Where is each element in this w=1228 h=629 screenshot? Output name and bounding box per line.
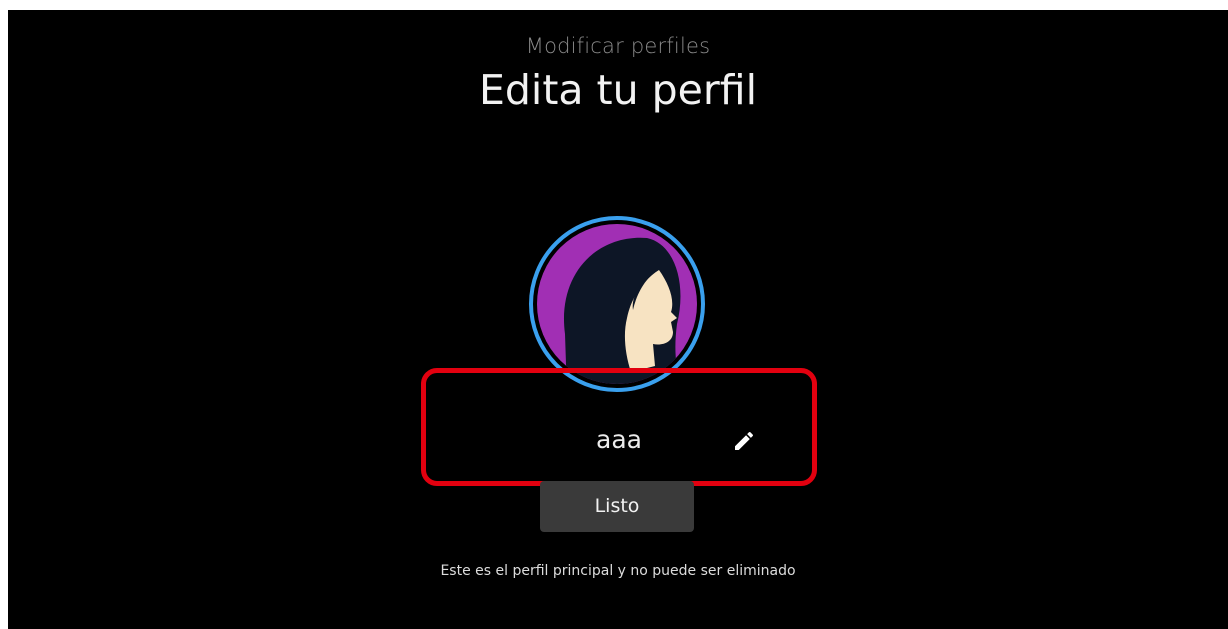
profile-avatar[interactable] [527, 214, 707, 394]
page-title: Edita tu perfil [479, 66, 757, 114]
page-subtitle: Modificar perfiles [525, 34, 711, 58]
pencil-icon[interactable] [732, 429, 756, 453]
profile-name-field[interactable]: aaa [421, 368, 817, 486]
primary-profile-note: Este es el perfil principal y no puede s… [440, 563, 796, 579]
done-button[interactable]: Listo [540, 481, 694, 532]
profile-avatar-icon [529, 216, 705, 392]
profile-edit-screen: Modificar perfiles Edita tu perfil aaa L… [8, 10, 1228, 629]
